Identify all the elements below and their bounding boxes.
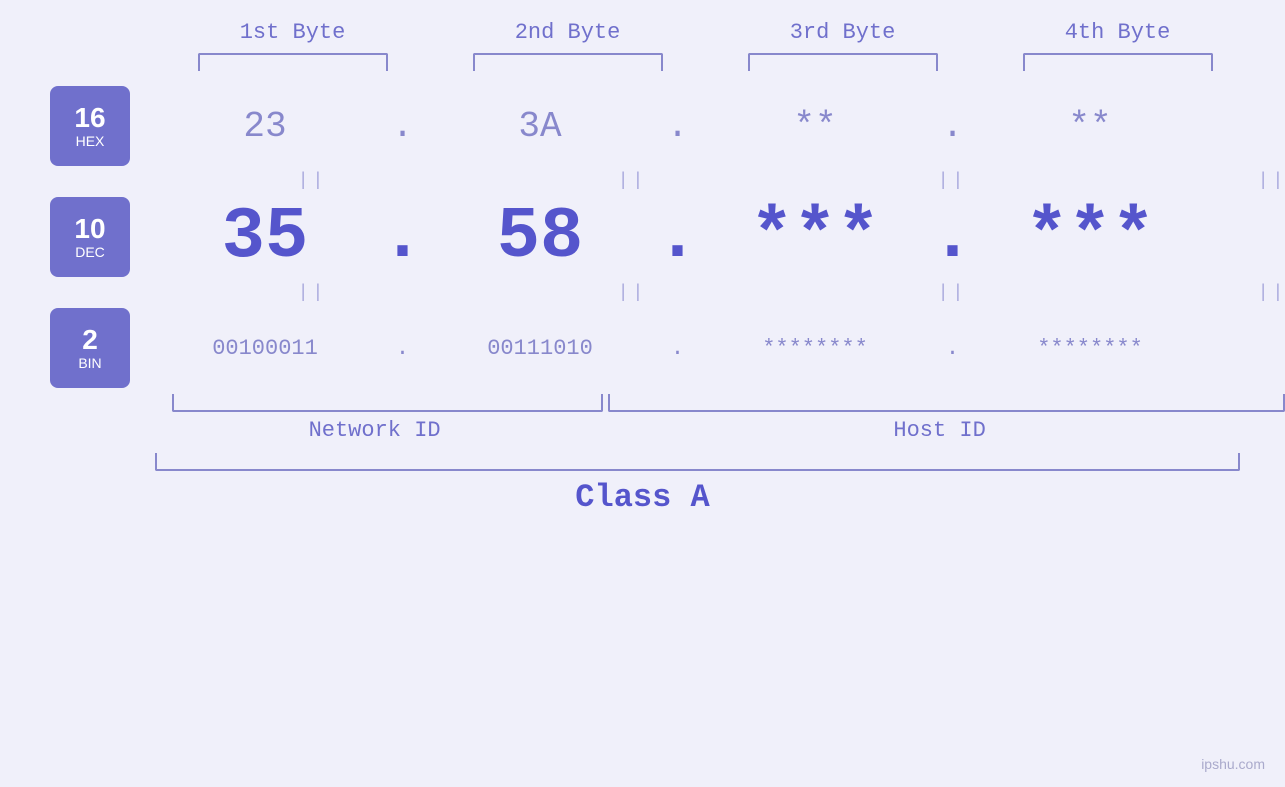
watermark: ipshu.com xyxy=(1201,756,1265,772)
bin-base-number: 2 xyxy=(82,325,98,356)
bin-b1: 00100011 xyxy=(150,336,380,361)
bracket-cell-2 xyxy=(430,53,705,71)
eq7: || xyxy=(815,283,1090,303)
dec-row: 10 DEC 35 . 58 . *** . *** xyxy=(50,196,1285,278)
class-label-row: Class A xyxy=(0,479,1285,516)
dec-b4: *** xyxy=(975,196,1205,278)
dec-sep-3: . xyxy=(930,196,975,278)
dec-values: 35 . 58 . *** . *** xyxy=(150,196,1285,278)
bin-badge: 2 BIN xyxy=(50,308,130,388)
bracket-top-3 xyxy=(748,53,938,71)
bracket-cell-4 xyxy=(980,53,1255,71)
top-brackets xyxy=(155,53,1285,71)
equals-hex-dec: || || || || xyxy=(155,166,1285,196)
bin-sep-2: . xyxy=(655,336,700,361)
hex-b1: 23 xyxy=(150,106,380,147)
eq8: || xyxy=(1135,283,1285,303)
hex-badge: 16 HEX xyxy=(50,86,130,166)
dec-b3: *** xyxy=(700,196,930,278)
hex-values: 23 . 3A . ** . ** xyxy=(150,106,1285,147)
hex-row: 16 HEX 23 . 3A . ** . ** xyxy=(50,86,1285,166)
id-labels: Network ID Host ID xyxy=(155,418,1285,443)
class-bracket-row xyxy=(155,453,1240,471)
bin-b3: ******** xyxy=(700,336,930,361)
hex-b2: 3A xyxy=(425,106,655,147)
bin-sep-3: . xyxy=(930,336,975,361)
equals-dec-bin: || || || || xyxy=(155,278,1285,308)
network-id-label: Network ID xyxy=(155,418,594,443)
hex-sep-1: . xyxy=(380,106,425,147)
bin-values: 00100011 . 00111010 . ******** . *******… xyxy=(150,336,1285,361)
byte-headers: 1st Byte 2nd Byte 3rd Byte 4th Byte xyxy=(155,20,1285,45)
bin-b4: ******** xyxy=(975,336,1205,361)
byte1-header: 1st Byte xyxy=(155,20,430,45)
hex-sep-2: . xyxy=(655,106,700,147)
eq2: || xyxy=(495,171,770,191)
class-label: Class A xyxy=(575,479,709,516)
bin-sep-1: . xyxy=(380,336,425,361)
eq5: || xyxy=(175,283,450,303)
hex-base-label: HEX xyxy=(76,134,105,149)
bracket-cell-1 xyxy=(155,53,430,71)
dec-b1: 35 xyxy=(150,196,380,278)
bin-b2: 00111010 xyxy=(425,336,655,361)
bracket-top-4 xyxy=(1023,53,1213,71)
byte2-header: 2nd Byte xyxy=(430,20,705,45)
bracket-top-2 xyxy=(473,53,663,71)
bin-row: 2 BIN 00100011 . 00111010 . ******** . *… xyxy=(50,308,1285,388)
hex-b3: ** xyxy=(700,106,930,147)
bottom-brackets xyxy=(155,394,1285,412)
eq4: || xyxy=(1135,171,1285,191)
hex-sep-3: . xyxy=(930,106,975,147)
bracket-top-1 xyxy=(198,53,388,71)
hex-base-number: 16 xyxy=(74,103,105,134)
dec-b2: 58 xyxy=(425,196,655,278)
dec-base-label: DEC xyxy=(75,245,105,260)
bracket-network xyxy=(172,394,603,412)
bracket-host xyxy=(608,394,1285,412)
host-id-label: Host ID xyxy=(594,418,1285,443)
bracket-cell-3 xyxy=(705,53,980,71)
bin-base-label: BIN xyxy=(78,356,101,371)
dec-sep-2: . xyxy=(655,196,700,278)
class-bracket xyxy=(155,453,1240,471)
eq1: || xyxy=(175,171,450,191)
hex-b4: ** xyxy=(975,106,1205,147)
dec-badge: 10 DEC xyxy=(50,197,130,277)
dec-sep-1: . xyxy=(380,196,425,278)
byte3-header: 3rd Byte xyxy=(705,20,980,45)
eq3: || xyxy=(815,171,1090,191)
byte4-header: 4th Byte xyxy=(980,20,1255,45)
eq6: || xyxy=(495,283,770,303)
dec-base-number: 10 xyxy=(74,214,105,245)
